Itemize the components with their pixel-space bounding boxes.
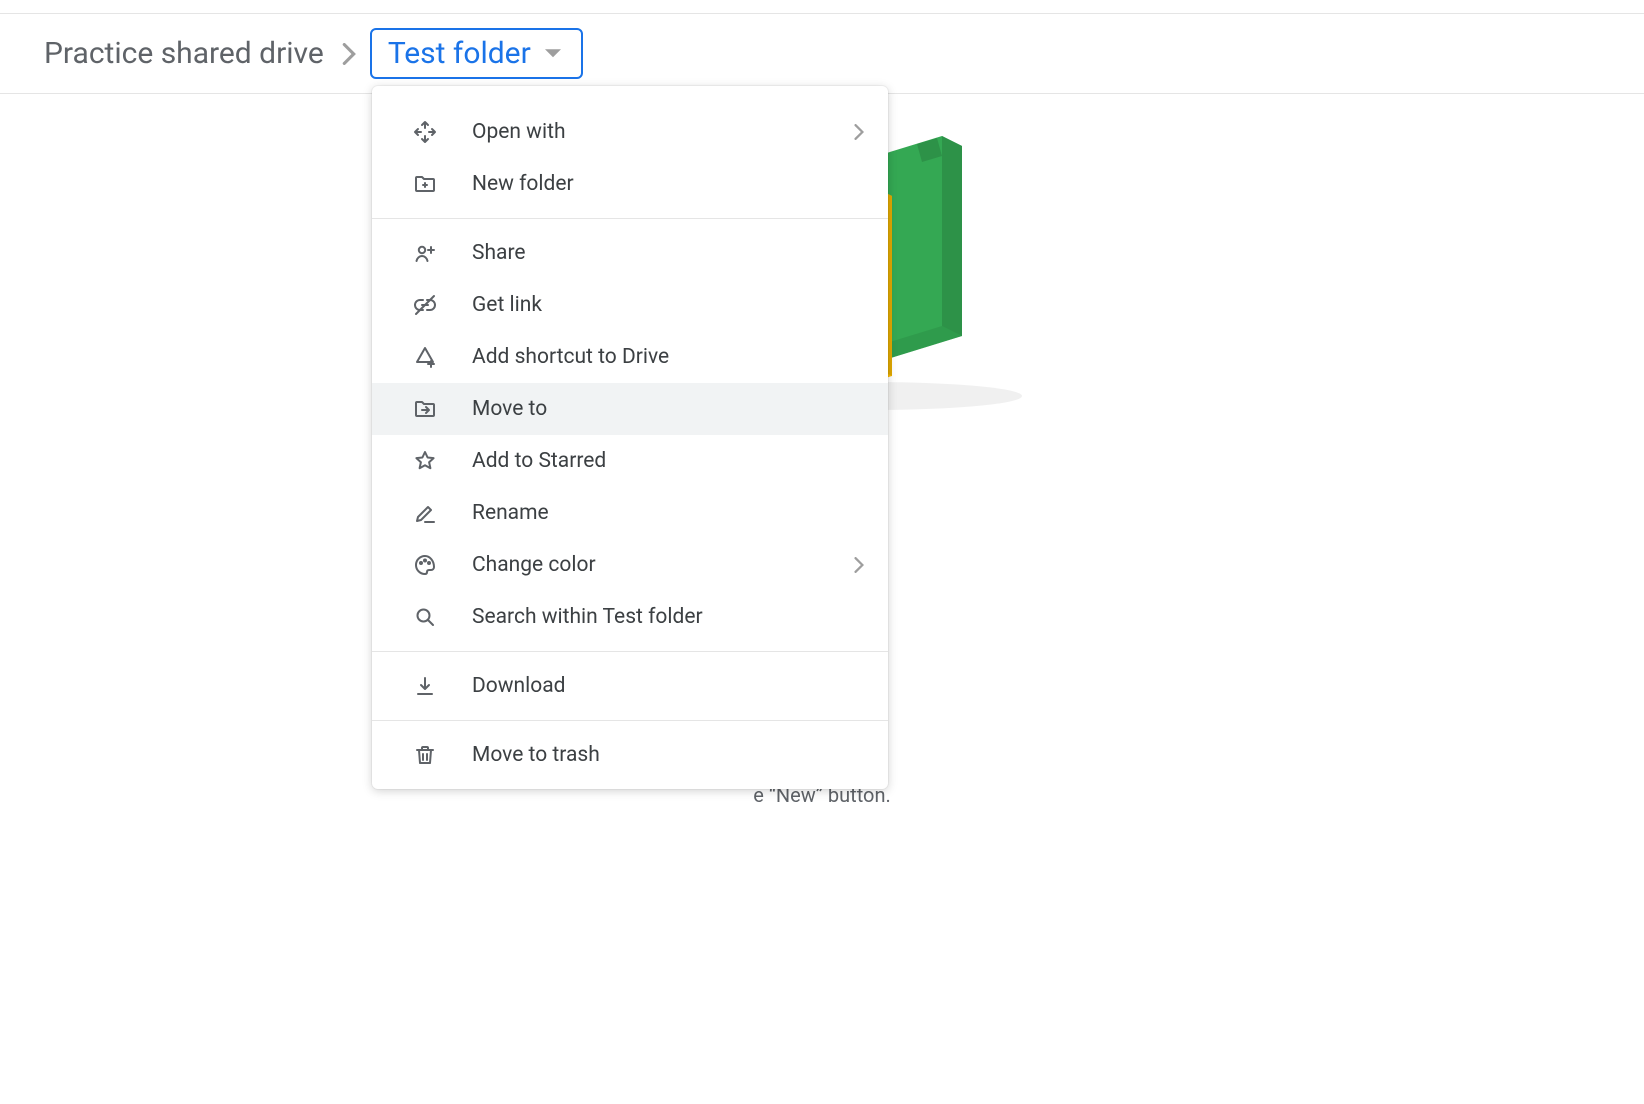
menu-share[interactable]: Share — [372, 227, 888, 279]
download-icon — [412, 673, 438, 699]
breadcrumb-current-label: Test folder — [388, 36, 531, 71]
palette-icon — [412, 552, 438, 578]
menu-divider — [372, 218, 888, 219]
rename-icon — [412, 500, 438, 526]
trash-icon — [412, 742, 438, 768]
menu-move-to-trash[interactable]: Move to trash — [372, 729, 888, 781]
new-folder-icon — [412, 171, 438, 197]
breadcrumb-current[interactable]: Test folder — [370, 28, 583, 79]
breadcrumb-parent[interactable]: Practice shared drive — [44, 36, 324, 71]
chevron-right-icon — [854, 124, 864, 140]
drive-shortcut-icon — [412, 344, 438, 370]
star-icon — [412, 448, 438, 474]
chevron-right-icon — [342, 43, 356, 65]
menu-rename[interactable]: Rename — [372, 487, 888, 539]
menu-move-to[interactable]: Move to — [372, 383, 888, 435]
menu-change-color[interactable]: Change color — [372, 539, 888, 591]
search-icon — [412, 604, 438, 630]
menu-download[interactable]: Download — [372, 660, 888, 712]
menu-item-label: Move to — [472, 397, 864, 421]
folder-context-menu: Open with New folder Share Get link Add … — [372, 86, 888, 789]
menu-item-label: Search within Test folder — [472, 605, 864, 629]
menu-item-label: Add to Starred — [472, 449, 864, 473]
menu-new-folder[interactable]: New folder — [372, 158, 888, 210]
menu-item-label: Rename — [472, 501, 864, 525]
menu-item-label: Share — [472, 241, 864, 265]
menu-item-label: New folder — [472, 172, 864, 196]
menu-item-label: Download — [472, 674, 864, 698]
menu-item-label: Open with — [472, 120, 854, 144]
get-link-icon — [412, 292, 438, 318]
menu-item-label: Change color — [472, 553, 854, 577]
menu-get-link[interactable]: Get link — [372, 279, 888, 331]
chevron-right-icon — [854, 557, 864, 573]
move-to-icon — [412, 396, 438, 422]
menu-item-label: Add shortcut to Drive — [472, 345, 864, 369]
menu-search-within[interactable]: Search within Test folder — [372, 591, 888, 643]
menu-add-starred[interactable]: Add to Starred — [372, 435, 888, 487]
caret-down-icon — [545, 49, 561, 59]
breadcrumb: Practice shared drive Test folder — [0, 14, 1644, 94]
menu-item-label: Get link — [472, 293, 864, 317]
menu-divider — [372, 651, 888, 652]
open-with-icon — [412, 119, 438, 145]
share-icon — [412, 240, 438, 266]
menu-open-with[interactable]: Open with — [372, 106, 888, 158]
menu-divider — [372, 720, 888, 721]
top-border — [0, 0, 1644, 14]
menu-item-label: Move to trash — [472, 743, 864, 767]
menu-add-shortcut[interactable]: Add shortcut to Drive — [372, 331, 888, 383]
